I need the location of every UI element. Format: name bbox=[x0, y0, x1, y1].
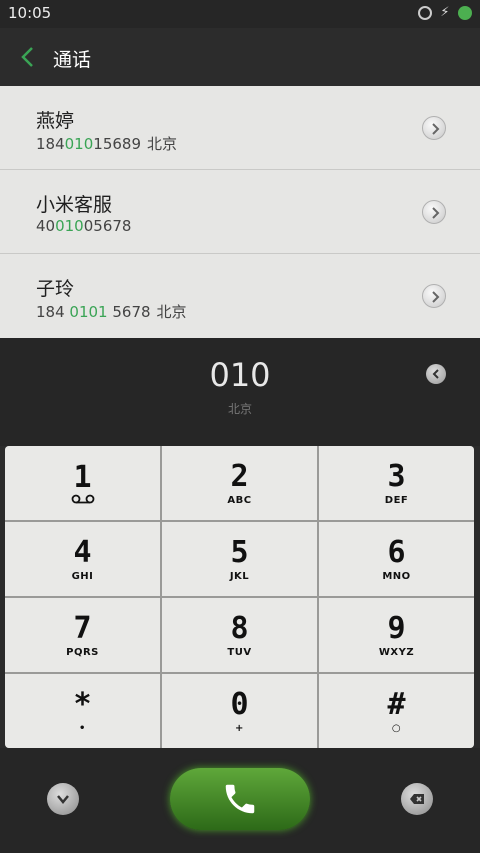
contact-detail-arrow-icon[interactable] bbox=[422, 116, 446, 140]
hide-keypad-button[interactable] bbox=[47, 783, 79, 815]
status-icons: ⚡ bbox=[418, 6, 472, 20]
key-7[interactable]: 7 PQRS bbox=[5, 598, 160, 672]
contact-item[interactable]: 子玲 184 0101 5678 北京 bbox=[0, 254, 480, 338]
key-2[interactable]: 2 ABC bbox=[162, 446, 317, 520]
contact-suggestions: 燕婷 18401015689 北京 小米客服 4001005678 子玲 184 … bbox=[0, 86, 480, 338]
bottom-action-bar bbox=[0, 748, 480, 853]
sync-icon bbox=[418, 6, 432, 20]
contact-detail-arrow-icon[interactable] bbox=[422, 200, 446, 224]
status-time: 10:05 bbox=[8, 4, 52, 22]
contact-name: 燕婷 bbox=[36, 110, 75, 132]
contact-location: 北京 bbox=[156, 303, 187, 321]
phone-icon bbox=[225, 784, 255, 814]
status-bar: 10:05 ⚡ bbox=[0, 0, 480, 28]
delete-button[interactable] bbox=[401, 783, 433, 815]
contact-detail-arrow-icon[interactable] bbox=[422, 284, 446, 308]
key-6[interactable]: 6 MNO bbox=[319, 522, 474, 596]
key-hash[interactable]: # ○ bbox=[319, 674, 474, 748]
dial-keypad: 1 2 ABC 3 DEF 4 GHI 5 JKL 6 MNO 7 PQRS 8… bbox=[5, 446, 474, 748]
key-3[interactable]: 3 DEF bbox=[319, 446, 474, 520]
contact-location: 北京 bbox=[147, 135, 178, 153]
backspace-icon bbox=[410, 794, 424, 804]
voicemail-icon bbox=[71, 494, 94, 504]
chevron-down-icon bbox=[57, 795, 69, 804]
key-1[interactable]: 1 bbox=[5, 446, 160, 520]
title-bar: 通话 bbox=[0, 28, 480, 86]
key-4[interactable]: 4 GHI bbox=[5, 522, 160, 596]
back-arrow-icon[interactable] bbox=[18, 46, 38, 68]
page-title: 通话 bbox=[53, 49, 92, 71]
battery-icon bbox=[458, 6, 472, 20]
key-star[interactable]: * • bbox=[5, 674, 160, 748]
key-8[interactable]: 8 TUV bbox=[162, 598, 317, 672]
key-9[interactable]: 9 WXYZ bbox=[319, 598, 474, 672]
contact-number: 184 0101 5678 北京 bbox=[36, 303, 187, 321]
charging-icon: ⚡ bbox=[440, 5, 450, 20]
key-5[interactable]: 5 JKL bbox=[162, 522, 317, 596]
contact-item[interactable]: 燕婷 18401015689 北京 bbox=[0, 86, 480, 170]
contact-item[interactable]: 小米客服 4001005678 bbox=[0, 170, 480, 254]
contact-name: 小米客服 bbox=[36, 194, 113, 216]
key-0[interactable]: 0 + bbox=[162, 674, 317, 748]
dialed-location: 北京 bbox=[227, 402, 252, 416]
contact-number: 18401015689 北京 bbox=[36, 135, 178, 153]
dialed-number-display: 010 北京 bbox=[0, 338, 480, 446]
dialed-digits: 010 bbox=[209, 356, 271, 394]
collapse-left-icon[interactable] bbox=[426, 364, 446, 384]
contact-name: 子玲 bbox=[36, 278, 75, 300]
contact-number: 4001005678 bbox=[36, 217, 132, 235]
call-button[interactable] bbox=[170, 768, 310, 830]
